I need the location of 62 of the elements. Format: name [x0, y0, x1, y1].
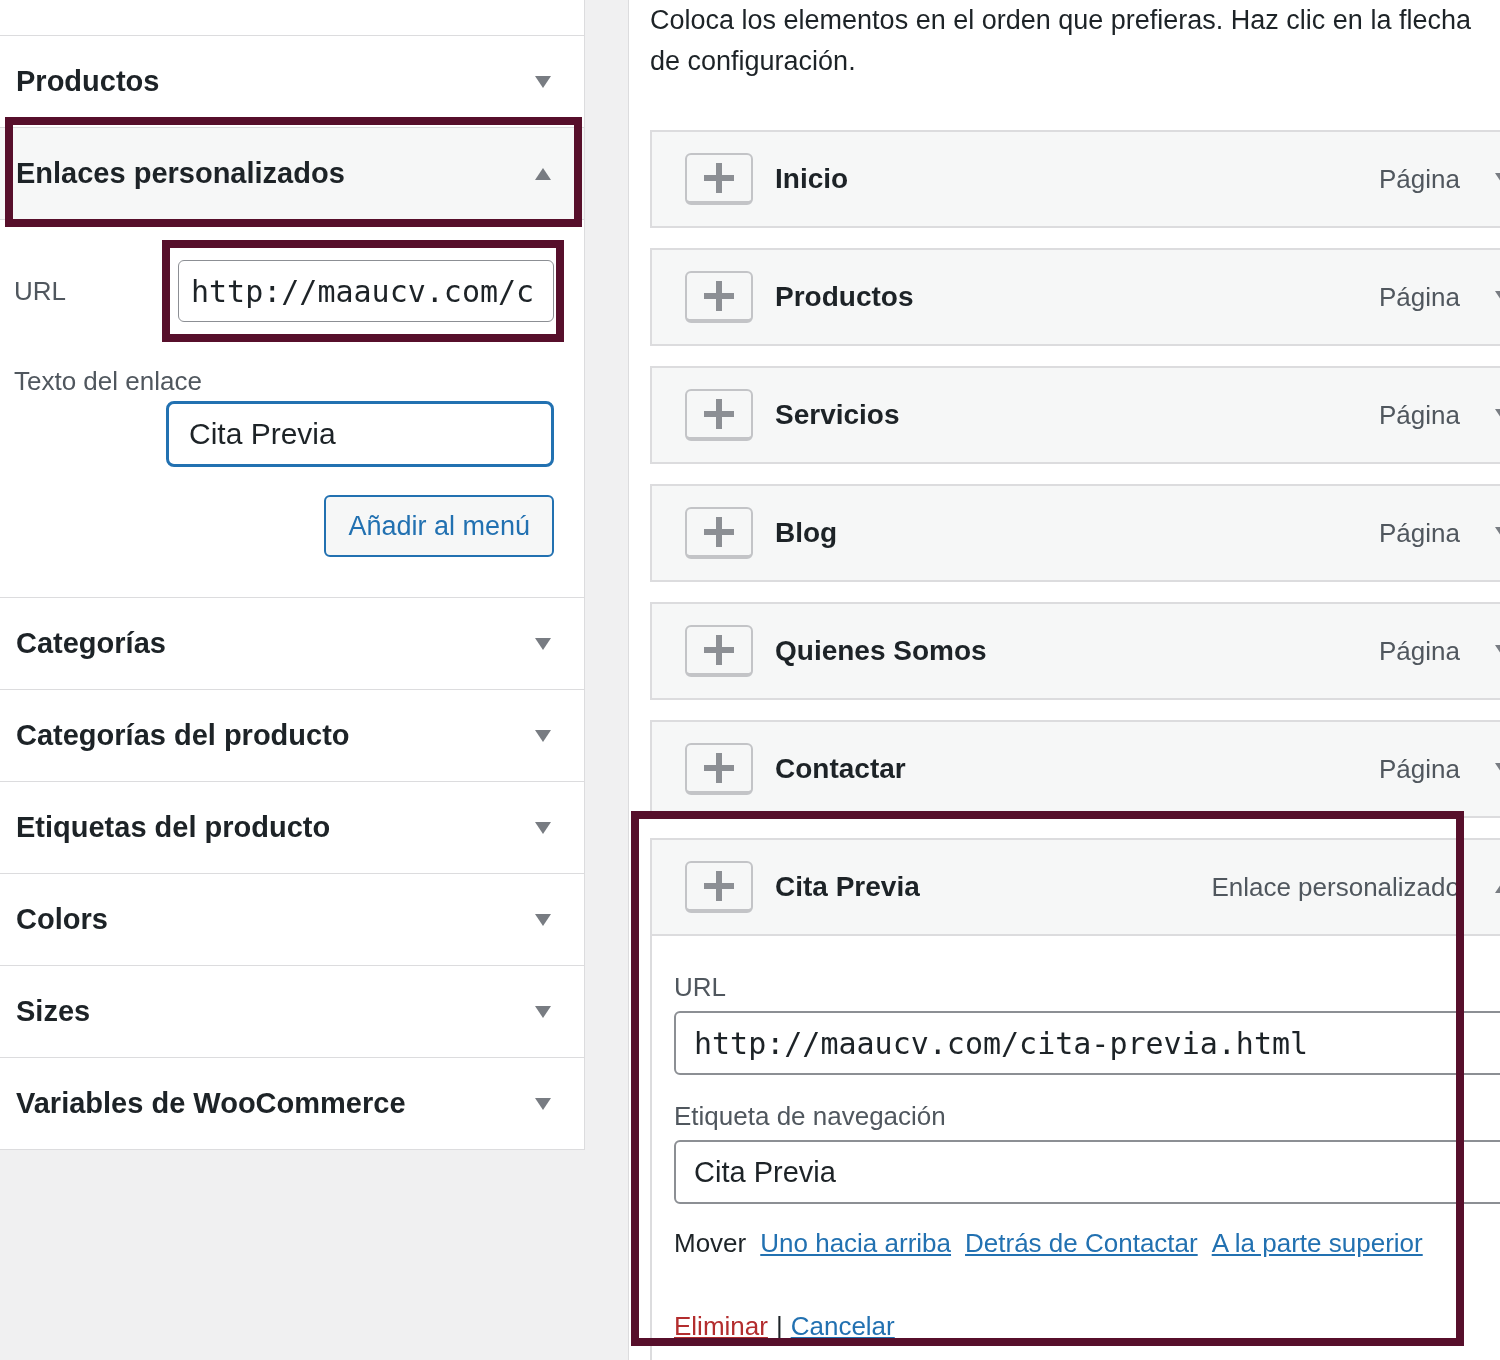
plus-icon[interactable] — [685, 389, 753, 441]
item-type-label: Página — [1379, 280, 1460, 314]
menu-item-title: Contactar — [775, 752, 906, 786]
collapse-arrow-icon[interactable] — [534, 166, 552, 181]
item-type-label: Página — [1379, 634, 1460, 668]
add-to-menu-button[interactable]: Añadir al menú — [324, 495, 554, 557]
expand-arrow-icon[interactable] — [534, 636, 552, 651]
section-title: Enlaces personalizados — [16, 155, 345, 191]
instruction-text: de configuración. — [650, 45, 857, 78]
expand-arrow-icon[interactable] — [534, 728, 552, 743]
section-title: Productos — [16, 63, 160, 99]
move-link[interactable]: Uno hacia arriba — [760, 1224, 952, 1263]
section-title: Variables de WooCommerce — [16, 1085, 406, 1121]
section-title: Etiquetas del producto — [16, 809, 331, 845]
field-label: URL — [674, 971, 727, 1004]
move-link[interactable]: Detrás de Contactar — [965, 1224, 1198, 1263]
expand-arrow-icon[interactable] — [534, 1096, 552, 1111]
section-title: Categorías del producto — [16, 717, 350, 753]
expand-arrow-icon[interactable] — [534, 74, 552, 89]
item-type-label: Página — [1379, 516, 1460, 550]
item-type-label: Enlace personalizado — [1211, 870, 1460, 904]
expand-arrow-icon[interactable] — [534, 912, 552, 927]
menu-item-title: Productos — [775, 280, 914, 314]
menu-item-bar[interactable]: Quienes Somos Página — [650, 602, 1500, 700]
instruction-text: Coloca los elementos en el orden que prefieras. Haz clic en la flecha — [650, 4, 1472, 37]
plus-icon[interactable] — [685, 507, 753, 559]
section-title: Categorías — [16, 625, 166, 661]
plus-icon[interactable] — [685, 271, 753, 323]
menu-item-bar[interactable]: Blog Página — [650, 484, 1500, 582]
expand-arrow-icon[interactable] — [534, 1004, 552, 1019]
menu-item-title: Blog — [775, 516, 838, 550]
menu-item-bar[interactable]: Contactar Página — [650, 720, 1500, 818]
url-input[interactable]: http://maaucv.com/cita-previa.html — [674, 1011, 1500, 1075]
delete-link[interactable]: Eliminar — [674, 1307, 768, 1346]
field-label: Texto del enlace — [14, 365, 203, 398]
item-type-label: Página — [1379, 162, 1460, 196]
field-label: URL — [14, 274, 66, 308]
menu-item-title: Inicio — [775, 162, 849, 196]
section-title: Sizes — [16, 993, 91, 1029]
plus-icon[interactable] — [685, 153, 753, 205]
move-link[interactable]: A la parte superior — [1211, 1224, 1423, 1263]
cancel-link[interactable]: Cancelar — [790, 1307, 895, 1346]
link-text-input[interactable]: Cita Previa — [166, 401, 554, 467]
menu-item-bar[interactable]: Servicios Página — [650, 366, 1500, 464]
menu-item-bar[interactable]: Productos Página — [650, 248, 1500, 346]
menu-item-title: Servicios — [775, 398, 900, 432]
menu-item-bar[interactable]: Inicio Página — [650, 130, 1500, 228]
expand-arrow-icon[interactable] — [534, 820, 552, 835]
menu-item-title: Quienes Somos — [775, 634, 987, 668]
menu-item-bar[interactable]: Cita Previa Enlace personalizado — [650, 838, 1500, 936]
navigation-label-input[interactable]: Cita Previa — [674, 1140, 1500, 1204]
section-title: Colors — [16, 901, 108, 937]
field-label: Etiqueta de navegación — [674, 1100, 947, 1133]
move-label: Mover — [674, 1227, 747, 1260]
menu-item-title: Cita Previa — [775, 870, 920, 904]
plus-icon[interactable] — [685, 625, 753, 677]
plus-icon[interactable] — [685, 861, 753, 913]
url-input[interactable]: http://maaucv.com/c — [178, 260, 554, 322]
accordion-header[interactable]: Enlaces personalizados — [0, 127, 584, 219]
plus-icon[interactable] — [685, 743, 753, 795]
item-type-label: Página — [1379, 752, 1460, 786]
item-type-label: Página — [1379, 398, 1460, 432]
